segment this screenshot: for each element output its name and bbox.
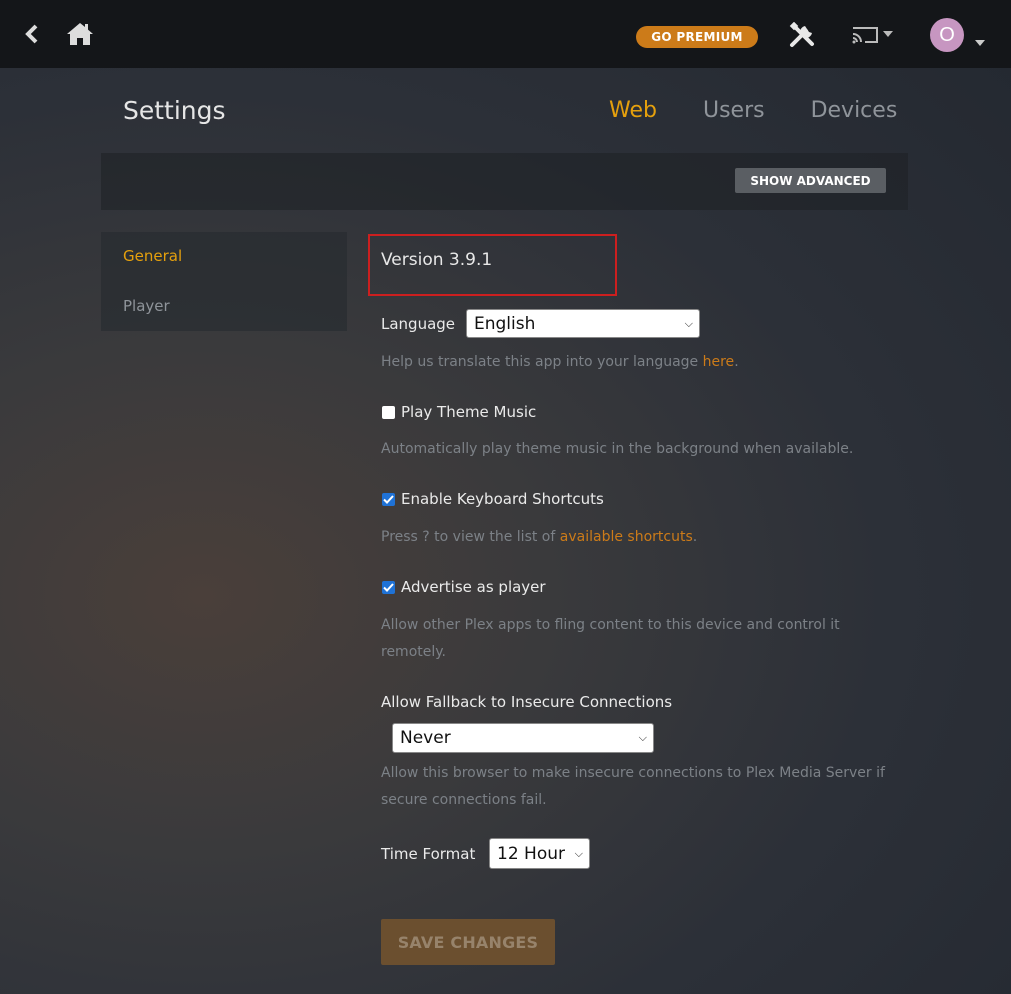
time-format-label: Time Format — [381, 845, 476, 863]
chevron-down-icon[interactable] — [974, 32, 986, 51]
theme-music-help: Automatically play theme music in the ba… — [381, 441, 854, 457]
keyboard-shortcuts-help: Press ? to view the list of available sh… — [381, 524, 697, 551]
checkmark-icon — [383, 495, 394, 504]
advertise-player-label[interactable]: Advertise as player — [401, 578, 546, 596]
language-help-text: Help us translate this app into your lan… — [381, 354, 703, 370]
advertise-help-line2: remotely. — [381, 644, 446, 660]
translate-here-link[interactable]: here — [703, 354, 735, 370]
sidebar-item-general[interactable]: General — [123, 247, 182, 265]
home-icon[interactable] — [66, 22, 94, 46]
avatar[interactable]: O — [930, 18, 964, 52]
keyboard-help-suffix: . — [692, 529, 698, 545]
version-text: Version 3.9.1 — [381, 250, 493, 270]
settings-tabs: Web Users Devices — [609, 98, 897, 123]
chevron-down-icon: ⌵ — [574, 846, 583, 860]
language-label: Language — [381, 315, 456, 333]
time-format-select-value: 12 Hour — [497, 843, 565, 864]
advertise-player-help: Allow other Plex apps to fling content t… — [381, 612, 840, 666]
fallback-help-line1: Allow this browser to make insecure conn… — [381, 765, 885, 781]
show-advanced-button[interactable]: SHOW ADVANCED — [735, 168, 886, 193]
fallback-help: Allow this browser to make insecure conn… — [381, 760, 885, 814]
back-icon[interactable] — [24, 24, 40, 44]
settings-tools-icon[interactable] — [789, 22, 817, 48]
settings-sidebar: General Player — [101, 232, 347, 331]
fallback-select-value: Never — [400, 728, 451, 748]
language-help: Help us translate this app into your lan… — [381, 349, 739, 376]
available-shortcuts-link[interactable]: available shortcuts — [560, 529, 693, 545]
sidebar-item-player[interactable]: Player — [123, 297, 170, 315]
theme-music-label[interactable]: Play Theme Music — [401, 403, 536, 421]
tab-users[interactable]: Users — [703, 98, 765, 123]
fallback-select[interactable]: Never ⌵ — [392, 723, 654, 753]
advertise-player-checkbox[interactable] — [382, 581, 395, 594]
fallback-label: Allow Fallback to Insecure Connections — [381, 693, 673, 711]
language-select[interactable]: English ⌵ — [466, 309, 700, 338]
advertise-help-line1: Allow other Plex apps to fling content t… — [381, 617, 840, 633]
chevron-down-icon: ⌵ — [638, 731, 647, 744]
save-changes-button[interactable]: SAVE CHANGES — [381, 919, 555, 965]
keyboard-help-text: Press ? to view the list of — [381, 529, 560, 545]
tab-devices[interactable]: Devices — [811, 98, 898, 123]
language-help-suffix: . — [734, 354, 739, 370]
time-format-select[interactable]: 12 Hour ⌵ — [489, 838, 590, 869]
keyboard-shortcuts-checkbox[interactable] — [382, 493, 395, 506]
tab-web[interactable]: Web — [609, 98, 657, 123]
keyboard-shortcuts-label[interactable]: Enable Keyboard Shortcuts — [401, 490, 604, 508]
page-title: Settings — [123, 96, 226, 125]
go-premium-button[interactable]: GO PREMIUM — [636, 26, 758, 48]
language-select-value: English — [474, 313, 536, 334]
cast-icon[interactable] — [849, 24, 901, 46]
checkmark-icon — [383, 583, 394, 592]
chevron-down-icon: ⌵ — [684, 316, 693, 330]
top-bar: GO PREMIUM O — [0, 0, 1011, 68]
theme-music-checkbox[interactable] — [382, 406, 395, 419]
fallback-help-line2: secure connections fail. — [381, 792, 547, 808]
